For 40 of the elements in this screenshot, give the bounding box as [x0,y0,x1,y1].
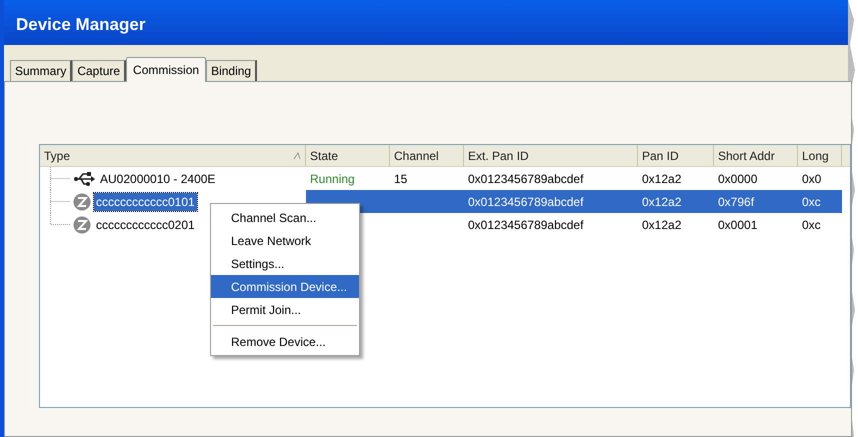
table-cell-text: 0xc [802,216,821,234]
tab[interactable]: Commission [126,57,206,82]
menu-item[interactable]: Permit Join... [211,298,359,321]
column-header[interactable]: Pan ID [638,145,714,167]
tree-line [50,167,70,190]
table-cell-text: 0x0123456789abcdef [468,216,584,234]
table-cell-text: cccccccccccc0201 [95,216,196,234]
table-cell-text: 0x0123456789abcdef [468,170,584,188]
sort-icon [293,152,301,160]
table-cell-text: 0xc [802,194,821,210]
node-icon [73,192,91,210]
node-icon [73,216,91,234]
table-cell-text: 0x12a2 [642,216,682,234]
table-cell-text: 0x0001 [718,216,758,234]
column-header[interactable]: Ext. Pan ID [464,145,638,167]
row-highlight[interactable]: 0x0123456789abcdef 0x12a2 0x796f 0xc [306,190,842,213]
table-cell-text: Running [310,170,355,188]
menu-item[interactable]: Commission Device... [211,275,359,298]
tab[interactable]: Capture [72,60,126,81]
table-cell-text: 0x12a2 [642,170,682,188]
column-header[interactable]: Short Addr [714,145,798,167]
menu-item[interactable]: Settings... [211,252,359,275]
table-cell[interactable]: cccccccccccc0101 [94,192,197,210]
table-cell-text: 15 [394,170,408,188]
column-header[interactable]: Type [40,145,306,167]
tab[interactable]: Binding [206,60,258,81]
table-cell-text: 0x0000 [718,170,758,188]
usb-icon [73,170,95,186]
column-header[interactable]: State [306,145,390,167]
table-cell-text: 0x0123456789abcdef [468,194,584,210]
table-cell-text: AU02000010 - 2400E [99,170,216,188]
menu-item[interactable]: Leave Network [211,229,359,252]
menu-item[interactable]: Remove Device... [211,330,359,353]
tab[interactable]: Summary [10,60,72,81]
table-cell-text: 0x12a2 [642,194,682,210]
column-header[interactable]: Channel [390,145,464,167]
window-title: Device Manager [16,14,146,36]
table-cell-text: 0x0 [802,170,822,188]
column-header[interactable]: Long [798,145,842,167]
table-cell-text: 0x796f [718,194,754,210]
